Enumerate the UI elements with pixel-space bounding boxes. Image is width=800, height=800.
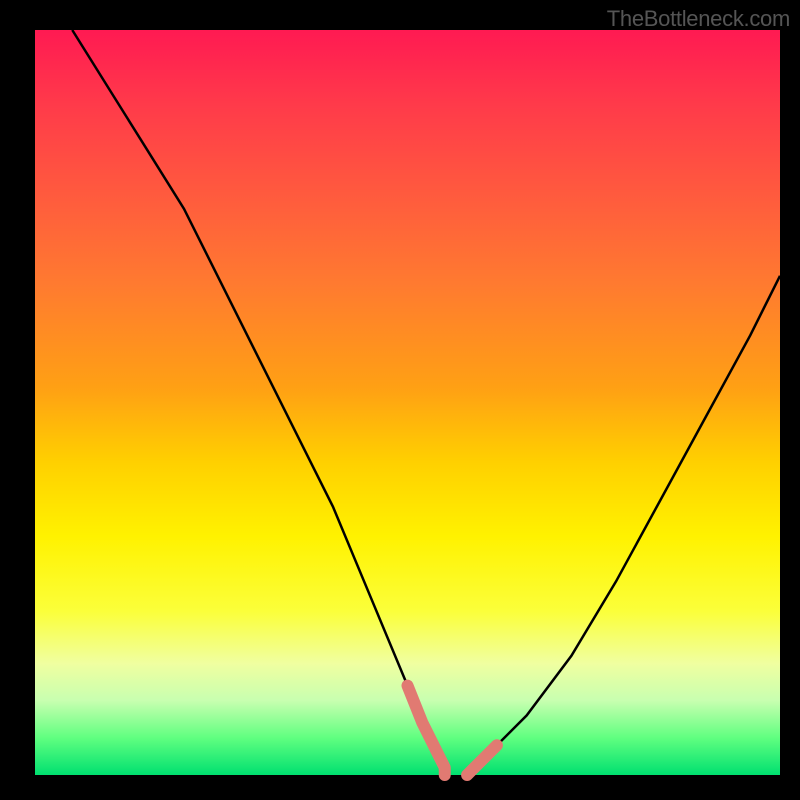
chart-svg	[35, 30, 780, 775]
left-highlight	[408, 686, 445, 775]
left-curve	[72, 30, 445, 775]
watermark-text: TheBottleneck.com	[607, 6, 790, 32]
right-highlight	[467, 745, 497, 775]
right-curve	[467, 276, 780, 775]
chart-frame: TheBottleneck.com	[0, 0, 800, 800]
